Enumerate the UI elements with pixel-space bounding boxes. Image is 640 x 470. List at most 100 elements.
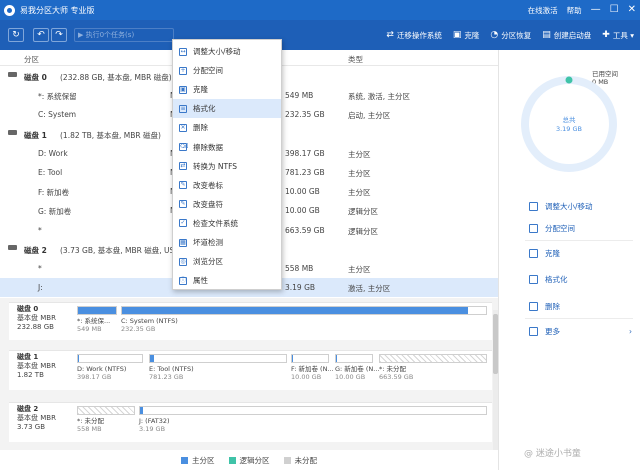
sidebar-action-label: 格式化 bbox=[545, 274, 568, 284]
execute-tasks-label: ▶ 执行0个任务(s) bbox=[78, 31, 135, 39]
context-menu-item[interactable]: ≡ 格式化 bbox=[173, 99, 281, 119]
context-menu-item[interactable]: + 分配空间 bbox=[173, 61, 281, 80]
sidebar-action-3[interactable]: 格式化 bbox=[529, 268, 568, 290]
partition-type: 主分区 bbox=[348, 169, 371, 178]
segment-size: 663.59 GB bbox=[379, 373, 414, 381]
refresh-button[interactable]: ↻ bbox=[8, 28, 24, 42]
disk-name: 磁盘 1 bbox=[24, 130, 47, 140]
partition-type: 系统, 激活, 主分区 bbox=[348, 92, 411, 102]
context-menu-item[interactable]: ⌫ 擦除数据 bbox=[173, 138, 281, 157]
chevron-right-icon: › bbox=[629, 326, 632, 336]
sidebar-action-4[interactable]: 删除 bbox=[529, 295, 560, 317]
disk-map-label: 磁盘 0 基本盘 MBR 232.88 GB bbox=[17, 305, 56, 332]
disk-name: 磁盘 2 bbox=[24, 245, 47, 255]
disk-map-type: 基本盘 MBR bbox=[17, 314, 56, 322]
close-button[interactable]: ✕ bbox=[628, 5, 636, 15]
partition-size: 549 MB bbox=[285, 91, 314, 101]
disk-map-segment[interactable]: D: Work (NTFS) 398.17 GB bbox=[77, 354, 143, 381]
context-menu-item[interactable]: ✎ 改变盘符 bbox=[173, 195, 281, 214]
disk-map-segment[interactable]: F: 新加卷 (N... 10.00 GB bbox=[291, 354, 334, 381]
disk-map-label: 磁盘 1 基本盘 MBR 1.82 TB bbox=[17, 353, 56, 380]
toolbar-action-3[interactable]: ▤ 创建启动盘 bbox=[542, 30, 591, 41]
disk-map-label: 磁盘 2 基本盘 MBR 3.73 GB bbox=[17, 405, 56, 432]
minimize-button[interactable]: — bbox=[591, 5, 601, 15]
sidebar-action-label: 删除 bbox=[545, 301, 560, 311]
partition-name: C: System bbox=[38, 110, 77, 120]
disk-map-segment[interactable]: J: (FAT32) 3.19 GB bbox=[139, 406, 487, 433]
sidebar-action-2[interactable]: 克隆 bbox=[529, 242, 560, 264]
disk-map-segment[interactable]: G: 新加卷 (N... 10.00 GB bbox=[335, 354, 379, 381]
segment-label: *: 未分配 bbox=[77, 417, 105, 425]
toolbar-action-0[interactable]: ⇄ 迁移操作系统 bbox=[386, 30, 442, 41]
disk-map-row[interactable]: 磁盘 2 基本盘 MBR 3.73 GB *: 未分配 558 MB J: (FAT32)… bbox=[9, 402, 492, 442]
context-menu-icon: ▦ bbox=[179, 238, 187, 247]
toolbar-action-label: 工具 ▾ bbox=[612, 30, 634, 40]
partition-type: 启动, 主分区 bbox=[348, 111, 391, 121]
context-menu-item[interactable]: ↔ 调整大小/移动 bbox=[173, 42, 281, 61]
sidebar-action-0[interactable]: 调整大小/移动 bbox=[529, 195, 593, 217]
segment-usage-bar bbox=[77, 306, 117, 315]
context-menu-icon: ⌫ bbox=[179, 143, 189, 151]
toolbar-action-4[interactable]: ✚ 工具 ▾ bbox=[602, 30, 634, 41]
context-menu-item[interactable]: ⇄ 转换为 NTFS bbox=[173, 157, 281, 176]
disk-map-row[interactable]: 磁盘 0 基本盘 MBR 232.88 GB *: 系统保... 549 MB C: Sy… bbox=[9, 302, 492, 340]
app-title: 易我分区大师 专业版 bbox=[20, 5, 95, 15]
segment-size: 10.00 GB bbox=[335, 373, 366, 381]
segment-label: J: (FAT32) bbox=[139, 417, 170, 425]
segment-usage-bar bbox=[77, 354, 143, 363]
undo-button[interactable]: ↶ bbox=[33, 28, 49, 42]
segment-usage-fill bbox=[78, 307, 116, 314]
legend-label: 未分配 bbox=[294, 455, 318, 465]
partition-type: 主分区 bbox=[348, 265, 371, 274]
sidebar-action-icon bbox=[529, 248, 538, 258]
disk-map-segment[interactable]: *: 未分配 558 MB bbox=[77, 406, 135, 433]
context-menu-item[interactable]: ✎ 改变卷标 bbox=[173, 176, 281, 195]
sidebar-action-label: 分配空间 bbox=[545, 223, 575, 233]
disk-map-segment[interactable]: C: System (NTFS) 232.35 GB bbox=[121, 306, 487, 333]
segment-label: F: 新加卷 (N... bbox=[291, 365, 334, 373]
partition-name: D: Work bbox=[38, 148, 68, 158]
segment-usage-fill bbox=[78, 355, 80, 362]
context-menu-label: 浏览分区 bbox=[193, 257, 223, 267]
context-menu-icon: ✎ bbox=[179, 200, 187, 209]
sidebar-action-label: 调整大小/移动 bbox=[545, 201, 593, 211]
toolbar-actions: ⇄ 迁移操作系统 ▣ 克隆 ◔ 分区恢复 ▤ 创建启动盘 ✚ 工具 ▾ bbox=[386, 20, 634, 50]
context-menu-item[interactable]: ◎ 浏览分区 bbox=[173, 252, 281, 271]
refresh-icon: ↻ bbox=[12, 30, 20, 40]
legend-item: 主分区 bbox=[181, 455, 215, 466]
help-link[interactable]: 帮助 bbox=[567, 5, 582, 16]
toolbar-action-label: 克隆 bbox=[464, 30, 480, 40]
redo-button[interactable]: ↷ bbox=[51, 28, 67, 42]
context-menu-icon: + bbox=[179, 66, 187, 75]
context-menu-item[interactable]: ⓘ 属性 bbox=[173, 271, 281, 290]
toolbar-action-2[interactable]: ◔ 分区恢复 bbox=[490, 30, 531, 41]
disk-map-segment[interactable]: *: 未分配 663.59 GB bbox=[379, 354, 487, 381]
partition-type: 逻辑分区 bbox=[348, 226, 378, 236]
partition-name: *: 系统保留 bbox=[38, 92, 77, 102]
disk-map-row[interactable]: 磁盘 1 基本盘 MBR 1.82 TB D: Work (NTFS) 398.17 G… bbox=[9, 350, 492, 390]
context-menu-icon: ⇄ bbox=[179, 162, 187, 171]
context-menu-item[interactable]: ▣ 克隆 bbox=[173, 80, 281, 99]
disk-icon bbox=[8, 72, 17, 77]
segment-size: 10.00 GB bbox=[291, 373, 322, 381]
context-menu-item[interactable]: ✓ 检查文件系统 bbox=[173, 214, 281, 233]
disk-map-segment[interactable]: E: Tool (NTFS) 781.23 GB bbox=[149, 354, 287, 381]
activate-link[interactable]: 在线激活 bbox=[528, 5, 558, 16]
sidebar-action-5[interactable]: 更多 › bbox=[529, 320, 632, 342]
context-menu-item[interactable]: ▦ 坏道检测 bbox=[173, 233, 281, 252]
segment-usage-fill bbox=[336, 355, 337, 362]
context-menu-label: 格式化 bbox=[193, 104, 216, 114]
legend-item: 逻辑分区 bbox=[228, 455, 270, 466]
segment-usage-bar bbox=[335, 354, 373, 363]
maximize-button[interactable]: ☐ bbox=[610, 5, 619, 15]
context-menu-item[interactable]: ✕ 删除 bbox=[173, 118, 281, 137]
context-menu-icon: ▣ bbox=[179, 85, 187, 94]
toolbar-action-1[interactable]: ▣ 克隆 bbox=[453, 30, 480, 41]
toolbar-action-icon: ▣ bbox=[452, 30, 462, 40]
segment-size: 781.23 GB bbox=[149, 373, 184, 381]
partition-size: 398.17 GB bbox=[285, 148, 325, 158]
partition-size: 10.00 GB bbox=[285, 187, 320, 197]
execute-tasks-button[interactable]: ▶ 执行0个任务(s) bbox=[74, 28, 174, 42]
sidebar-action-1[interactable]: 分配空间 bbox=[529, 217, 575, 239]
disk-map-segment[interactable]: *: 系统保... 549 MB bbox=[77, 306, 117, 333]
